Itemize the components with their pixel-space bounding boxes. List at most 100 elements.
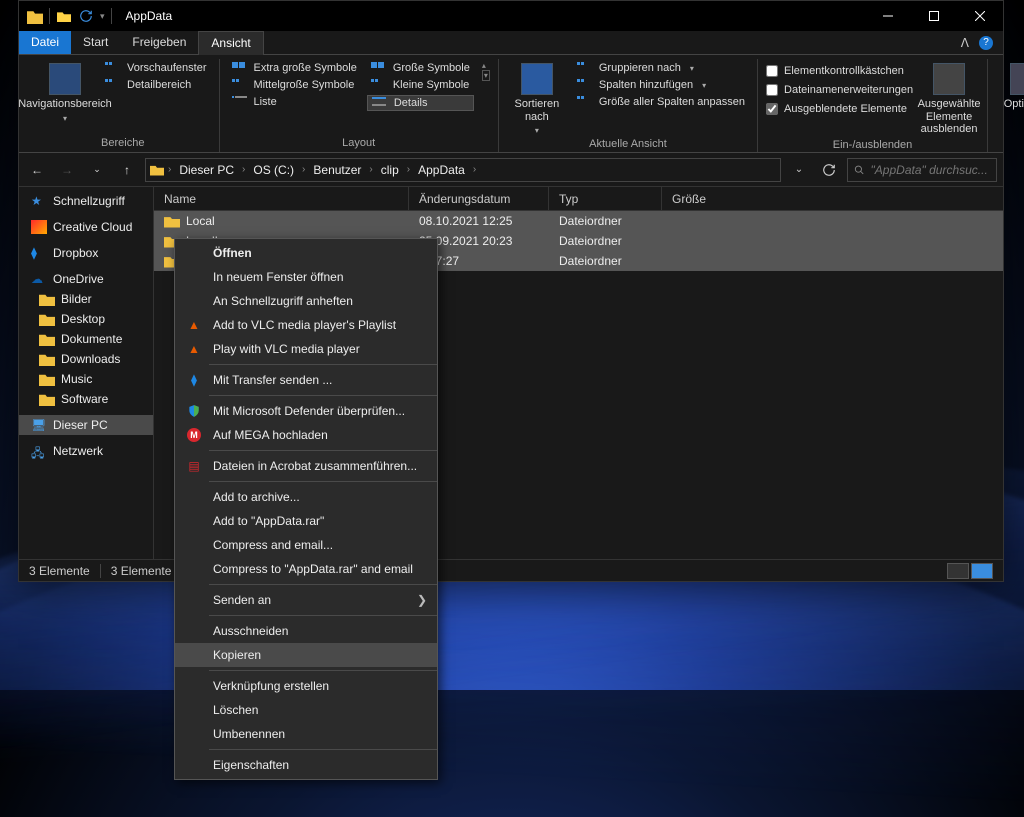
details-view-toggle[interactable]	[947, 563, 969, 579]
sidebar-folder[interactable]: Downloads	[19, 349, 153, 369]
defender-icon	[185, 403, 203, 419]
forward-button[interactable]: →	[55, 158, 79, 182]
sidebar-folder[interactable]: Music	[19, 369, 153, 389]
qat-undo-icon[interactable]	[78, 8, 94, 24]
ctx-compress-email[interactable]: Compress and email...	[175, 533, 437, 557]
sidebar-quick-access[interactable]: ★Schnellzugriff	[19, 191, 153, 211]
col-size[interactable]: Größe	[662, 187, 1003, 210]
titlebar: ▾ AppData	[19, 1, 1003, 31]
view-list[interactable]: Liste	[228, 95, 361, 109]
sidebar-folder[interactable]: Software	[19, 389, 153, 409]
view-extra-large[interactable]: Extra große Symbole	[228, 61, 361, 75]
sidebar-onedrive[interactable]: ☁OneDrive	[19, 269, 153, 289]
fit-columns-button[interactable]: Größe aller Spalten anpassen	[573, 95, 749, 109]
window-folder-icon	[27, 8, 43, 24]
ctx-vlc-play[interactable]: ▲Play with VLC media player	[175, 337, 437, 361]
breadcrumb[interactable]: › Dieser PC› OS (C:)› Benutzer› clip› Ap…	[145, 158, 781, 182]
minimize-button[interactable]	[865, 1, 911, 31]
search-icon	[854, 164, 865, 176]
maximize-button[interactable]	[911, 1, 957, 31]
network-icon: 🖧	[31, 444, 47, 458]
breadcrumb-dropdown-icon[interactable]: ⌄	[787, 158, 811, 182]
tab-view[interactable]: Ansicht	[198, 31, 263, 55]
view-medium[interactable]: Mittelgroße Symbole	[228, 78, 361, 92]
col-name[interactable]: Name	[154, 187, 409, 210]
sidebar-creative-cloud[interactable]: Creative Cloud	[19, 217, 153, 237]
back-button[interactable]: ←	[25, 158, 49, 182]
crumb-drive[interactable]: OS (C:)	[249, 161, 298, 179]
thumbnails-view-toggle[interactable]	[971, 563, 993, 579]
context-menu: Öffnen In neuem Fenster öffnen An Schnel…	[174, 238, 438, 780]
ctx-open[interactable]: Öffnen	[175, 241, 437, 265]
address-bar: ← → ⌄ ↑ › Dieser PC› OS (C:)› Benutzer› …	[19, 153, 1003, 187]
sidebar-network[interactable]: 🖧Netzwerk	[19, 441, 153, 461]
item-count: 3 Elemente	[29, 564, 90, 578]
ctx-copy[interactable]: Kopieren	[175, 643, 437, 667]
col-type[interactable]: Typ	[549, 187, 662, 210]
crumb-users[interactable]: Benutzer	[309, 161, 365, 179]
group-by-button[interactable]: Gruppieren nach▾	[573, 61, 749, 75]
sidebar-this-pc[interactable]: 🖥Dieser PC	[19, 415, 153, 435]
ctx-properties[interactable]: Eigenschaften	[175, 753, 437, 777]
ctx-delete[interactable]: Löschen	[175, 698, 437, 722]
crumb-user[interactable]: clip	[377, 161, 403, 179]
ctx-new-window[interactable]: In neuem Fenster öffnen	[175, 265, 437, 289]
ctx-transfer[interactable]: ⧫Mit Transfer senden ...	[175, 368, 437, 392]
recent-locations-button[interactable]: ⌄	[85, 158, 109, 182]
ribbon: Navigationsbereich ▾ Vorschaufenster Det…	[19, 55, 1003, 153]
ctx-defender[interactable]: Mit Microsoft Defender überprüfen...	[175, 399, 437, 423]
sidebar-folder[interactable]: Desktop	[19, 309, 153, 329]
ctx-rename[interactable]: Umbenennen	[175, 722, 437, 746]
column-headers: Name Änderungsdatum Typ Größe	[154, 187, 1003, 211]
col-date[interactable]: Änderungsdatum	[409, 187, 549, 210]
sidebar-dropbox[interactable]: ⧫Dropbox	[19, 243, 153, 263]
ctx-add-rar[interactable]: Add to "AppData.rar"	[175, 509, 437, 533]
fit-columns-icon	[577, 96, 593, 108]
qat-new-folder-icon[interactable]	[56, 8, 72, 24]
close-button[interactable]	[957, 1, 1003, 31]
refresh-button[interactable]	[817, 158, 841, 182]
tab-start[interactable]: Start	[71, 31, 120, 54]
up-button[interactable]: ↑	[115, 158, 139, 182]
view-small[interactable]: Kleine Symbole	[367, 78, 474, 92]
add-columns-button[interactable]: Spalten hinzufügen▾	[573, 78, 749, 92]
crumb-appdata[interactable]: AppData	[414, 161, 469, 179]
hidden-items-toggle[interactable]: Ausgeblendete Elemente	[766, 101, 913, 117]
ctx-mega[interactable]: MAuf MEGA hochladen	[175, 423, 437, 447]
options-button[interactable]: Optionen ▾	[996, 59, 1024, 123]
ribbon-collapse-icon[interactable]: ᐱ	[961, 36, 969, 50]
file-extensions-toggle[interactable]: Dateinamenerweiterungen	[766, 82, 913, 98]
details-pane-button[interactable]: Detailbereich	[101, 78, 211, 92]
ctx-send-to[interactable]: Senden an❯	[175, 588, 437, 612]
sort-by-button[interactable]: Sortieren nach ▾	[507, 59, 567, 135]
onedrive-icon: ☁	[31, 272, 47, 286]
ctx-add-archive[interactable]: Add to archive...	[175, 485, 437, 509]
tab-file[interactable]: Datei	[19, 31, 71, 54]
file-row[interactable]: Local 08.10.2021 12:25 Dateiordner	[154, 211, 1003, 231]
folder-icon	[164, 215, 180, 228]
preview-pane-button[interactable]: Vorschaufenster	[101, 61, 211, 75]
ctx-acrobat[interactable]: ▤Dateien in Acrobat zusammenführen...	[175, 454, 437, 478]
folder-icon	[39, 332, 55, 346]
sidebar-folder[interactable]: Bilder	[19, 289, 153, 309]
ctx-pin-quick[interactable]: An Schnellzugriff anheften	[175, 289, 437, 313]
tab-share[interactable]: Freigeben	[120, 31, 198, 54]
hide-selected-button[interactable]: Ausgewählte Elemente ausblenden	[919, 59, 979, 136]
item-checkboxes-toggle[interactable]: Elementkontrollkästchen	[766, 63, 913, 79]
search-box[interactable]	[847, 158, 997, 182]
navigation-pane-button[interactable]: Navigationsbereich ▾	[35, 59, 95, 123]
sidebar-folder[interactable]: Dokumente	[19, 329, 153, 349]
help-icon[interactable]: ?	[979, 36, 993, 50]
ctx-vlc-add[interactable]: ▲Add to VLC media player's Playlist	[175, 313, 437, 337]
ctx-shortcut[interactable]: Verknüpfung erstellen	[175, 674, 437, 698]
ctx-cut[interactable]: Ausschneiden	[175, 619, 437, 643]
ctx-compress-rar-email[interactable]: Compress to "AppData.rar" and email	[175, 557, 437, 581]
search-input[interactable]	[871, 163, 990, 177]
view-details[interactable]: Details	[367, 95, 474, 111]
folder-icon	[39, 392, 55, 406]
small-icons-icon	[371, 79, 387, 91]
dropbox-icon: ⧫	[31, 246, 47, 260]
crumb-pc[interactable]: Dieser PC	[175, 161, 238, 179]
details-pane-icon	[105, 79, 121, 91]
view-large[interactable]: Große Symbole	[367, 61, 474, 75]
